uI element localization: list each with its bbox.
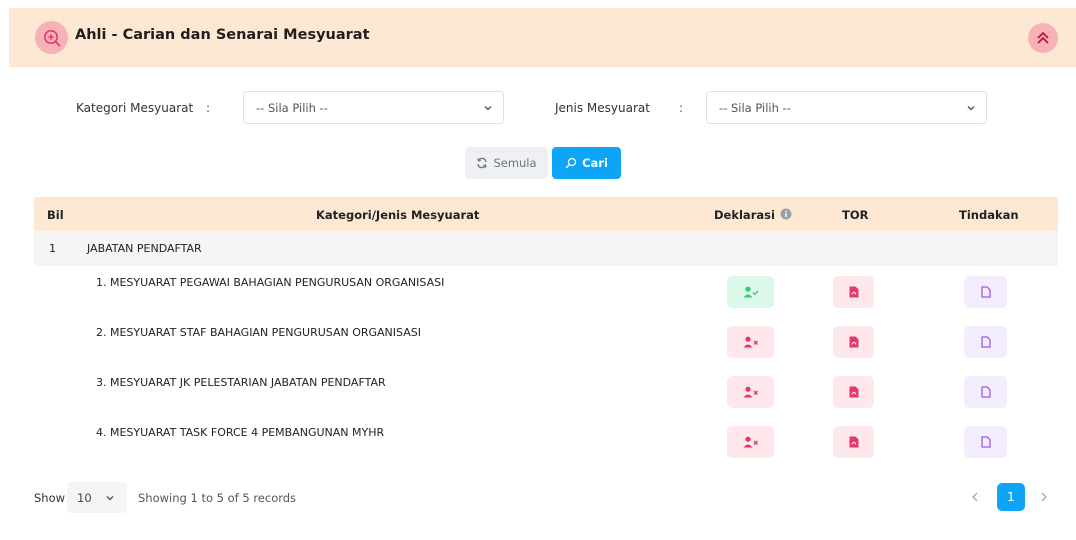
kategori-colon: : <box>206 101 211 115</box>
page-length-value: 10 <box>77 490 92 505</box>
col-kategori: Kategori/Jenis Mesyuarat <box>316 208 480 222</box>
tor-pdf-button[interactable] <box>833 326 874 358</box>
jenis-label: Jenis Mesyuarat <box>555 101 650 115</box>
prev-page-button[interactable] <box>970 489 980 508</box>
group-bil: 1 <box>49 242 56 255</box>
col-tor: TOR <box>842 208 869 222</box>
file-icon <box>980 436 991 448</box>
document-action-button[interactable] <box>964 326 1007 358</box>
page-title: Ahli - Carian dan Senarai Mesyuarat <box>75 27 370 43</box>
search-plus-icon <box>35 21 68 54</box>
page-length-select[interactable]: 10 <box>67 482 127 513</box>
col-bil: Bil <box>47 208 64 222</box>
user-times-icon <box>743 386 758 398</box>
reset-button-label: Semula <box>493 156 537 170</box>
declaration-pending-button[interactable] <box>727 326 774 358</box>
chevron-down-icon <box>106 496 114 501</box>
meeting-name: 3. MESYUARAT JK PELESTARIAN JABATAN PEND… <box>96 376 386 389</box>
document-action-button[interactable] <box>964 426 1007 458</box>
jenis-select[interactable]: -- Sila Pilih -- <box>706 91 987 124</box>
meeting-name: 1. MESYUARAT PEGAWAI BAHAGIAN PENGURUSAN… <box>96 276 445 289</box>
table-header: Bil Kategori/Jenis Mesyuarat Deklarasi T… <box>34 197 1058 231</box>
search-icon <box>565 157 577 169</box>
chevron-down-icon <box>967 106 975 111</box>
meeting-name: 2. MESYUARAT STAF BAHAGIAN PENGURUSAN OR… <box>96 326 421 339</box>
tor-pdf-button[interactable] <box>833 276 874 308</box>
col-tindakan: Tindakan <box>959 208 1019 222</box>
file-icon <box>980 336 991 348</box>
kategori-select[interactable]: -- Sila Pilih -- <box>243 91 504 124</box>
reset-button[interactable]: Semula <box>465 147 548 179</box>
next-page-button[interactable] <box>1039 489 1049 508</box>
show-label: Show <box>34 491 66 505</box>
file-pdf-icon <box>849 386 858 398</box>
declaration-pending-button[interactable] <box>727 376 774 408</box>
file-icon <box>980 286 991 298</box>
page-header: Ahli - Carian dan Senarai Mesyuarat <box>9 8 1076 67</box>
file-pdf-icon <box>849 286 858 298</box>
search-button-label: Cari <box>582 156 608 170</box>
chevron-right-icon <box>1041 492 1047 502</box>
kategori-select-value: -- Sila Pilih -- <box>256 100 328 115</box>
tor-pdf-button[interactable] <box>833 426 874 458</box>
file-pdf-icon <box>849 436 858 448</box>
chevron-left-icon <box>972 492 978 502</box>
file-icon <box>980 386 991 398</box>
meeting-name: 4. MESYUARAT TASK FORCE 4 PEMBANGUNAN MY… <box>96 426 385 439</box>
document-action-button[interactable] <box>964 376 1007 408</box>
col-deklarasi: Deklarasi <box>714 208 775 222</box>
document-action-button[interactable] <box>964 276 1007 308</box>
tor-pdf-button[interactable] <box>833 376 874 408</box>
search-button[interactable]: Cari <box>552 147 621 179</box>
declaration-done-button[interactable] <box>727 276 774 308</box>
refresh-icon <box>477 157 488 169</box>
records-info: Showing 1 to 5 of 5 records <box>138 491 297 505</box>
chevron-down-icon <box>484 106 492 111</box>
collapse-button[interactable] <box>1028 23 1058 53</box>
user-check-icon <box>743 286 759 298</box>
group-row: 1 JABATAN PENDAFTAR <box>34 231 1058 266</box>
jenis-select-value: -- Sila Pilih -- <box>719 100 791 115</box>
info-icon[interactable] <box>780 208 792 223</box>
file-pdf-icon <box>849 336 858 348</box>
chevron-double-up-icon <box>1037 32 1049 44</box>
jenis-colon: : <box>679 101 684 115</box>
user-times-icon <box>743 336 758 348</box>
page-1-button[interactable]: 1 <box>997 483 1025 511</box>
user-times-icon <box>743 436 758 448</box>
declaration-pending-button[interactable] <box>727 426 774 458</box>
kategori-label: Kategori Mesyuarat <box>76 101 194 115</box>
group-name: JABATAN PENDAFTAR <box>87 242 202 255</box>
